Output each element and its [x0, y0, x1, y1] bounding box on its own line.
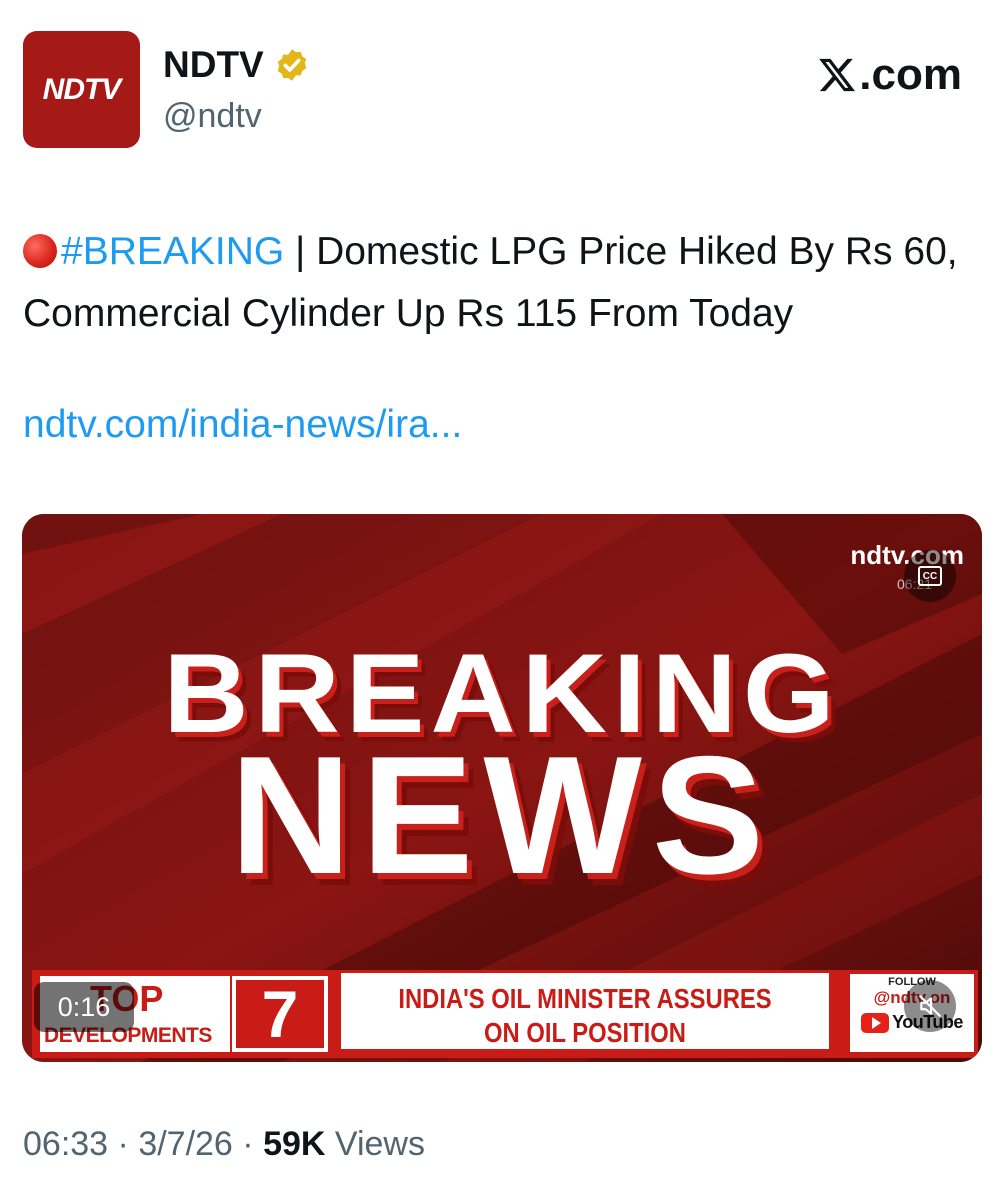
verified-badge-icon	[277, 49, 306, 81]
red-circle-icon	[23, 234, 57, 268]
text-separator: |	[284, 230, 317, 273]
ticker-headline-line1: INDIA'S OIL MINISTER ASSURES	[398, 983, 772, 1014]
x-com-brand: .com	[817, 50, 962, 100]
article-link[interactable]: ndtv.com/india-news/ira...	[23, 403, 462, 447]
ticker-headline-line2: ON OIL POSITION	[484, 1017, 686, 1048]
post-time[interactable]: 06:33	[23, 1125, 108, 1163]
captions-button[interactable]: CC	[904, 550, 956, 602]
x-com-label: .com	[859, 50, 962, 99]
tweet-text: #BREAKING | Domestic LPG Price Hiked By …	[23, 221, 973, 345]
mute-button[interactable]	[904, 980, 956, 1032]
hashtag-link[interactable]: #BREAKING	[61, 230, 284, 273]
views-count: 59K	[263, 1125, 326, 1163]
display-name[interactable]: NDTV	[163, 44, 264, 86]
meta-separator: ·	[108, 1125, 139, 1163]
tweet-meta: 06:33 · 3/7/26 · 59K Views	[23, 1125, 425, 1164]
speaker-muted-icon	[919, 995, 941, 1017]
news-ticker: TOP DEVELOPMENTS 7 INDIA'S OIL MINISTER …	[32, 970, 978, 1058]
video-player[interactable]: BREAKING NEWS ndtv.com 06:21 CC TOP DEVE…	[22, 514, 982, 1062]
x-logo-icon	[819, 58, 856, 92]
avatar[interactable]: NDTV	[23, 31, 140, 148]
post-date[interactable]: 3/7/26	[138, 1125, 233, 1163]
avatar-logo-text: NDTV	[42, 72, 122, 106]
youtube-icon	[861, 1012, 890, 1033]
account-handle[interactable]: @ndtv	[163, 97, 262, 136]
views-label: Views	[334, 1125, 425, 1163]
development-number: 7	[261, 977, 299, 1051]
meta-separator: ·	[232, 1125, 264, 1163]
news-title: NEWS	[230, 721, 774, 909]
development-number-box: 7	[232, 976, 328, 1052]
captions-icon: CC	[918, 566, 942, 586]
video-elapsed-time: 0:16	[34, 982, 134, 1032]
ticker-headline: INDIA'S OIL MINISTER ASSURES ON OIL POSI…	[338, 970, 832, 1052]
account-name-row: NDTV	[163, 44, 310, 86]
